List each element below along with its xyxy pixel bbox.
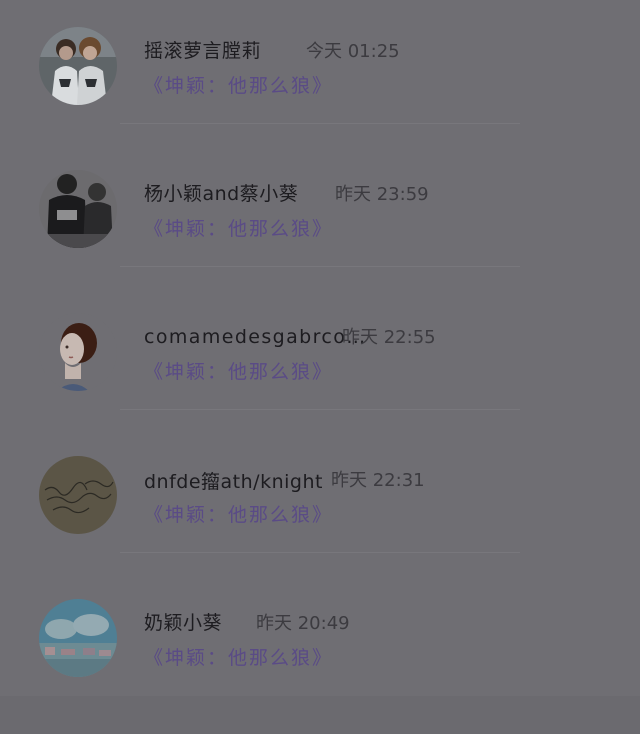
back-view-photo-avatar[interactable] <box>39 170 117 248</box>
divider <box>120 266 520 267</box>
contact-name: dnfde籀ath/knight <box>144 471 323 493</box>
list-item[interactable]: 摇滚萝言膛莉 今天 01:25 《坤颖：他那么狼》 <box>0 0 640 143</box>
message-preview: 《坤颖：他那么狼》 <box>144 647 334 669</box>
divider <box>120 552 520 553</box>
timestamp: 昨天 22:31 <box>331 470 425 491</box>
timestamp: 今天 01:25 <box>306 41 400 62</box>
list-item[interactable]: 奶颖小葵 昨天 20:49 《坤颖：他那么狼》 <box>0 572 640 715</box>
list-item[interactable]: dnfde籀ath/knight 昨天 22:31 《坤颖：他那么狼》 <box>0 429 640 572</box>
contact-name: comamedesgabrco… <box>144 326 367 348</box>
timestamp: 昨天 20:49 <box>256 613 350 634</box>
girl-portrait-avatar[interactable] <box>39 313 117 391</box>
contact-name: 杨小颖and蔡小葵 <box>144 183 299 205</box>
message-preview: 《坤颖：他那么狼》 <box>144 504 334 526</box>
bottom-separator <box>0 696 640 734</box>
contact-name: 奶颖小葵 <box>144 612 223 634</box>
couple-photo-avatar[interactable] <box>39 27 117 105</box>
contact-name: 摇滚萝言膛莉 <box>144 40 262 62</box>
sky-landscape-avatar[interactable] <box>39 599 117 677</box>
message-list: 摇滚萝言膛莉 今天 01:25 《坤颖：他那么狼》 杨小颖and蔡小葵 昨天 2… <box>0 0 640 734</box>
handwriting-avatar[interactable] <box>39 456 117 534</box>
list-item[interactable]: comamedesgabrco… 昨天 22:55 《坤颖：他那么狼》 <box>0 286 640 429</box>
message-preview: 《坤颖：他那么狼》 <box>144 75 334 97</box>
timestamp: 昨天 22:55 <box>342 327 436 348</box>
divider <box>120 123 520 124</box>
message-preview: 《坤颖：他那么狼》 <box>144 361 334 383</box>
list-item[interactable]: 杨小颖and蔡小葵 昨天 23:59 《坤颖：他那么狼》 <box>0 143 640 286</box>
timestamp: 昨天 23:59 <box>335 184 429 205</box>
divider <box>120 409 520 410</box>
message-preview: 《坤颖：他那么狼》 <box>144 218 334 240</box>
